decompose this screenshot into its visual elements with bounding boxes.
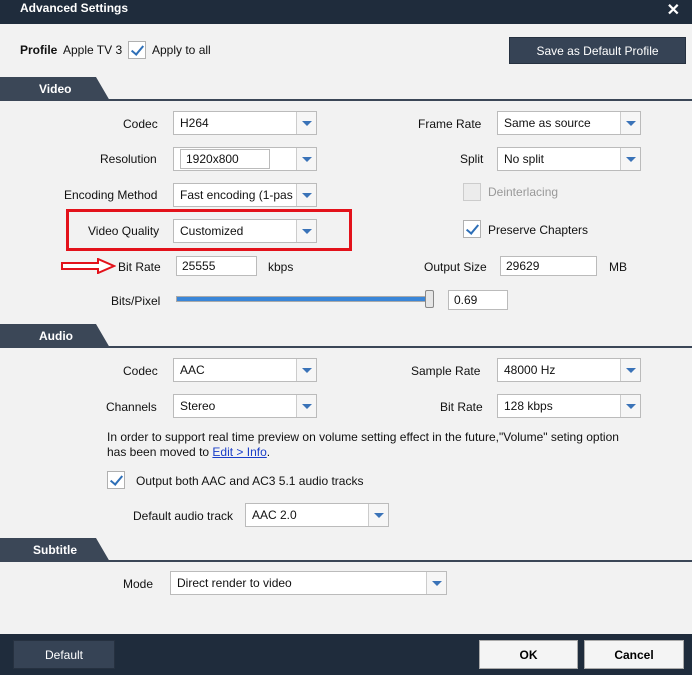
- video-bit-rate-input[interactable]: 25555: [176, 256, 257, 276]
- sample-rate-label: Sample Rate: [411, 364, 481, 378]
- default-button[interactable]: Default: [13, 640, 115, 669]
- profile-label: Profile: [20, 43, 58, 57]
- split-select[interactable]: No split: [497, 147, 641, 171]
- chevron-down-icon[interactable]: [296, 395, 316, 417]
- output-size-input[interactable]: 29629: [500, 256, 597, 276]
- chevron-down-icon[interactable]: [426, 572, 446, 594]
- subtitle-mode-value: Direct render to video: [177, 576, 292, 590]
- split-label: Split: [460, 152, 484, 166]
- video-section-header: Video: [0, 77, 692, 101]
- frame-rate-value: Same as source: [504, 116, 591, 130]
- volume-notice-line2: has been moved to Edit > Info.: [107, 445, 270, 459]
- video-codec-value: H264: [180, 116, 209, 130]
- channels-select[interactable]: Stereo: [173, 394, 317, 418]
- chevron-down-icon[interactable]: [620, 359, 640, 381]
- deinterlacing-label: Deinterlacing: [488, 185, 559, 199]
- video-quality-select[interactable]: Customized: [173, 219, 317, 243]
- deinterlacing-checkbox[interactable]: [463, 183, 481, 201]
- default-audio-track-select[interactable]: AAC 2.0: [245, 503, 389, 527]
- chevron-down-icon[interactable]: [296, 184, 316, 206]
- window-title: Advanced Settings: [20, 1, 129, 15]
- bits-per-pixel-label: Bits/Pixel: [111, 294, 161, 308]
- cancel-button[interactable]: Cancel: [584, 640, 684, 669]
- subtitle-section-label: Subtitle: [33, 543, 77, 557]
- chevron-down-icon[interactable]: [296, 359, 316, 381]
- audio-codec-select[interactable]: AAC: [173, 358, 317, 382]
- close-icon[interactable]: ✕: [667, 0, 680, 20]
- audio-codec-label: Codec: [123, 364, 158, 378]
- split-value: No split: [504, 152, 545, 166]
- video-section-label: Video: [39, 82, 72, 96]
- audio-bit-rate-select[interactable]: 128 kbps: [497, 394, 641, 418]
- subtitle-mode-select[interactable]: Direct render to video: [170, 571, 447, 595]
- audio-bit-rate-value: 128 kbps: [504, 399, 553, 413]
- footer-bar: Default OK Cancel: [0, 634, 692, 675]
- video-quality-value: Customized: [180, 224, 244, 238]
- default-audio-track-label: Default audio track: [133, 509, 234, 523]
- edit-info-link[interactable]: Edit > Info: [212, 445, 266, 459]
- audio-bit-rate-label: Bit Rate: [440, 400, 483, 414]
- default-audio-track-value: AAC 2.0: [252, 508, 297, 522]
- bits-per-pixel-slider-fill: [177, 297, 430, 301]
- resolution-select[interactable]: 1920x800: [173, 147, 317, 171]
- encoding-method-select[interactable]: Fast encoding (1-pas: [173, 183, 317, 207]
- apply-to-all-checkbox[interactable]: [128, 41, 146, 59]
- sample-rate-select[interactable]: 48000 Hz: [497, 358, 641, 382]
- annotation-arrow-icon: [61, 258, 116, 274]
- output-size-label: Output Size: [424, 260, 487, 274]
- chevron-down-icon[interactable]: [368, 504, 388, 526]
- channels-value: Stereo: [180, 399, 216, 413]
- subtitle-mode-label: Mode: [123, 577, 154, 591]
- subtitle-section-header: Subtitle: [0, 538, 692, 562]
- video-quality-label: Video Quality: [88, 224, 160, 238]
- apply-to-all-label: Apply to all: [152, 43, 211, 57]
- bits-per-pixel-slider-thumb[interactable]: [425, 290, 434, 308]
- chevron-down-icon[interactable]: [296, 220, 316, 242]
- chevron-down-icon[interactable]: [296, 148, 316, 170]
- frame-rate-label: Frame Rate: [418, 117, 482, 131]
- chevron-down-icon[interactable]: [620, 395, 640, 417]
- audio-section-label: Audio: [39, 329, 73, 343]
- volume-notice-text: has been moved to: [107, 445, 213, 459]
- encoding-method-label: Encoding Method: [64, 188, 158, 202]
- video-codec-label: Codec: [123, 117, 158, 131]
- output-both-tracks-checkbox[interactable]: [107, 471, 125, 489]
- preserve-chapters-checkbox[interactable]: [463, 220, 481, 238]
- output-both-tracks-label: Output both AAC and AC3 5.1 audio tracks: [136, 474, 364, 488]
- audio-codec-value: AAC: [180, 363, 205, 377]
- save-default-profile-button[interactable]: Save as Default Profile: [509, 37, 686, 64]
- bits-per-pixel-input[interactable]: 0.69: [448, 290, 508, 310]
- audio-section-header: Audio: [0, 324, 692, 348]
- sample-rate-value: 48000 Hz: [504, 363, 556, 377]
- video-bit-rate-unit: kbps: [268, 260, 294, 274]
- chevron-down-icon[interactable]: [620, 148, 640, 170]
- output-size-unit: MB: [609, 260, 627, 274]
- title-bar: Advanced Settings ✕: [0, 0, 692, 24]
- chevron-down-icon[interactable]: [620, 112, 640, 134]
- chevron-down-icon[interactable]: [296, 112, 316, 134]
- preserve-chapters-label: Preserve Chapters: [488, 223, 589, 237]
- resolution-label: Resolution: [100, 152, 157, 166]
- video-bit-rate-label: Bit Rate: [118, 260, 161, 274]
- resolution-value[interactable]: 1920x800: [180, 149, 270, 169]
- volume-notice-suffix: .: [266, 445, 271, 459]
- frame-rate-select[interactable]: Same as source: [497, 111, 641, 135]
- ok-button[interactable]: OK: [479, 640, 578, 669]
- encoding-method-value: Fast encoding (1-pas: [180, 188, 293, 202]
- profile-value: Apple TV 3: [63, 43, 123, 57]
- volume-notice-line1: In order to support real time preview on…: [107, 430, 619, 444]
- video-codec-select[interactable]: H264: [173, 111, 317, 135]
- channels-label: Channels: [106, 400, 157, 414]
